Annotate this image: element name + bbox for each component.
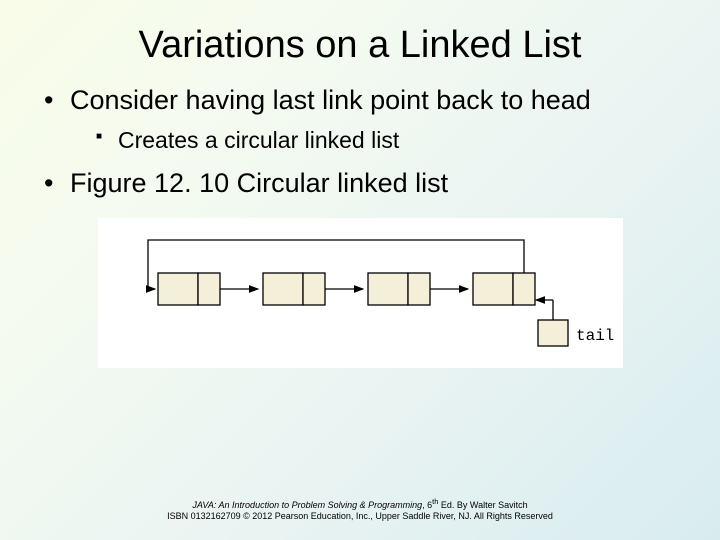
bullet-2: Figure 12. 10 Circular linked list (44, 168, 676, 200)
footer-isbn-line: ISBN 0132162709 © 2012 Pearson Education… (0, 511, 720, 522)
bullet-1-text: Consider having last link point back to … (70, 85, 591, 115)
footer-citation: JAVA: An Introduction to Problem Solving… (0, 497, 720, 523)
tail-label: tail (576, 327, 614, 345)
footer-book-title: JAVA: An Introduction to Problem Solving… (192, 500, 422, 510)
bullet-1-sub: Creates a circular linked list (96, 127, 676, 155)
page-title: Variations on a Linked List (0, 0, 720, 67)
content-area: Consider having last link point back to … (0, 67, 720, 368)
bullet-1: Consider having last link point back to … (44, 85, 676, 154)
circular-linked-list-diagram: tail (98, 218, 623, 368)
